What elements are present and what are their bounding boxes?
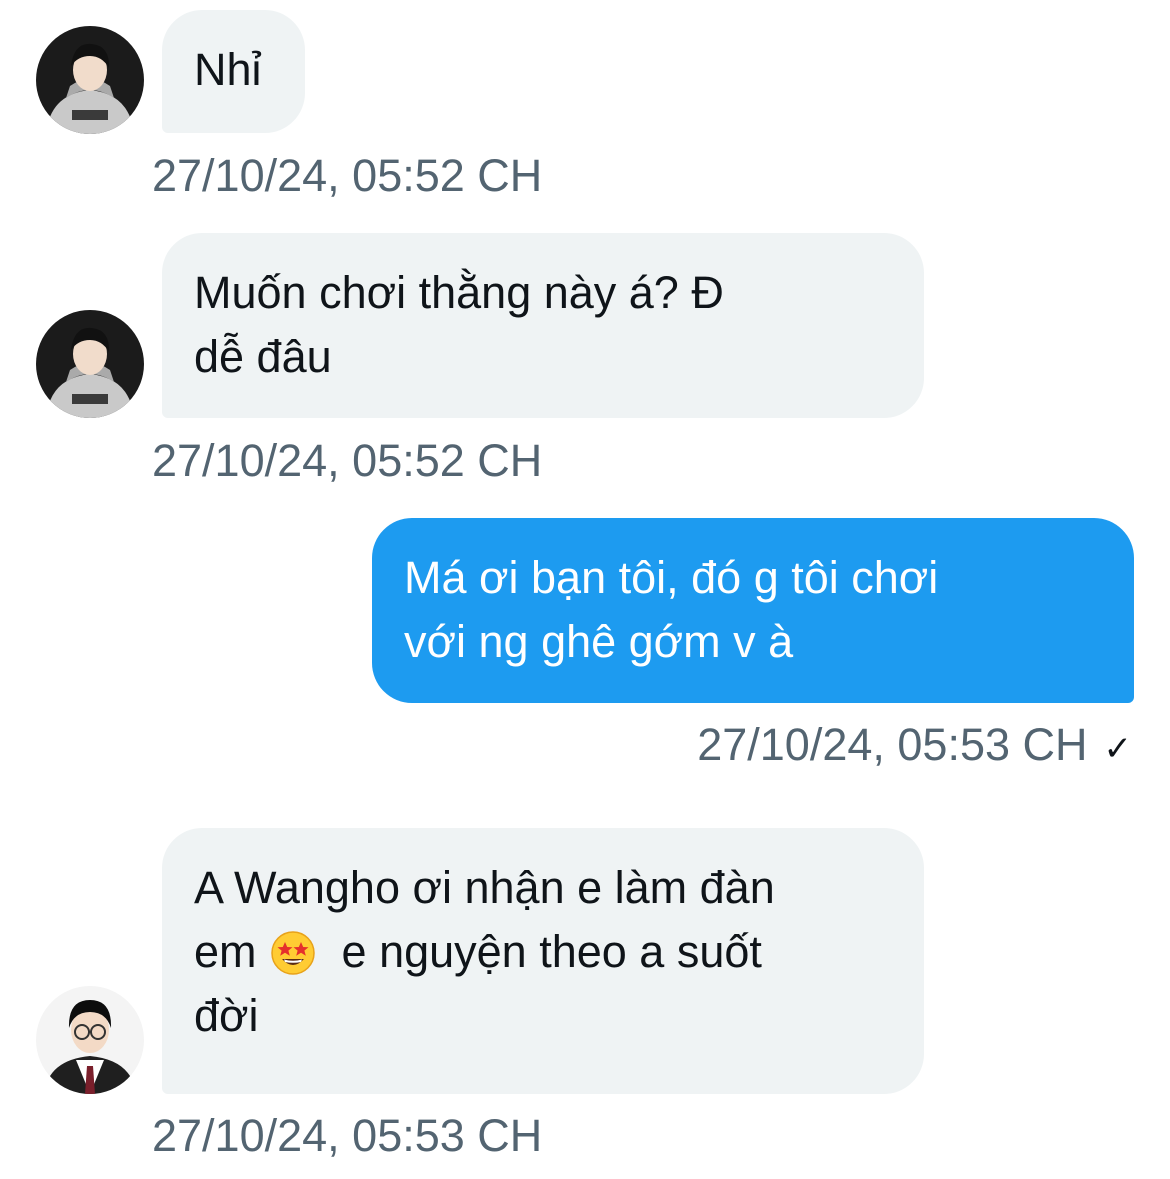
message-text-line: Muốn chơi thằng này á? Đ <box>194 267 724 318</box>
message-text-line: đời <box>194 990 259 1041</box>
message-timestamp: 27/10/24, 05:52 CH <box>152 150 543 201</box>
message-timestamp: 27/10/24, 05:53 CH <box>152 1110 543 1161</box>
message-bubble-incoming[interactable]: Muốn chơi thằng này á? Đ dễ đâu <box>162 233 924 418</box>
message-timestamp-row: 27/10/24, 05:53 CH ✓ <box>697 717 1132 777</box>
avatar-hoodie-user[interactable] <box>36 26 144 134</box>
check-icon: ✓ <box>1103 730 1133 768</box>
message-text: em <box>194 926 257 977</box>
message-text: e nguyện theo a suốt <box>341 926 762 977</box>
message-bubble-incoming[interactable]: A Wangho ơi nhận e làm đàn em e nguyện t… <box>162 828 924 1094</box>
message-text-line: Má ơi bạn tôi, đó g tôi chơi <box>404 552 939 603</box>
message-timestamp: 27/10/24, 05:53 CH <box>697 719 1088 770</box>
message-bubble-outgoing[interactable]: Má ơi bạn tôi, đó g tôi chơi với ng ghê … <box>372 518 1134 703</box>
message-text-line: em e nguyện theo a suốt <box>194 920 888 984</box>
avatar-glasses-user[interactable] <box>36 986 144 1094</box>
star-struck-emoji <box>271 931 315 975</box>
message-bubble-incoming[interactable]: Nhỉ <box>162 10 305 133</box>
message-text-line: với ng ghê gớm v à <box>404 616 794 667</box>
message-text-line: A Wangho ơi nhận e làm đàn <box>194 862 775 913</box>
avatar-hoodie-user[interactable] <box>36 310 144 418</box>
message-text-line: dễ đâu <box>194 331 332 382</box>
message-timestamp: 27/10/24, 05:52 CH <box>152 435 543 486</box>
message-text: Nhỉ <box>194 44 262 95</box>
